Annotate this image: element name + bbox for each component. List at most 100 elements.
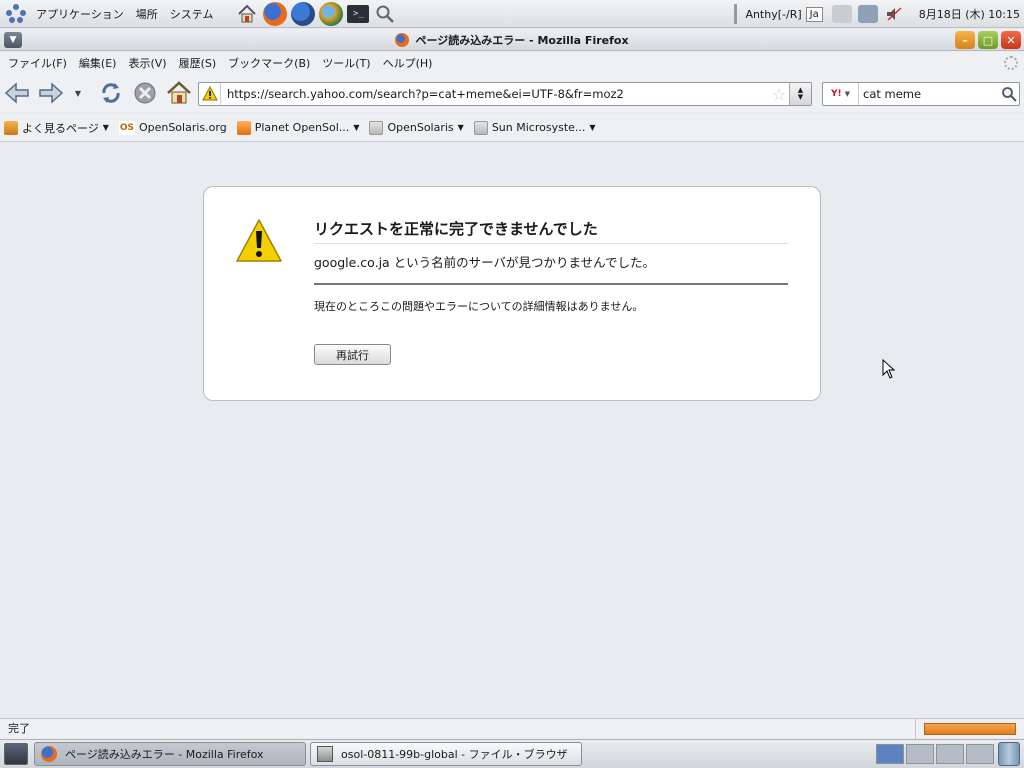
page-content: リクエストを正常に完了できませんでした google.co.ja という名前のサ… xyxy=(0,143,1024,717)
menu-help[interactable]: ヘルプ(H) xyxy=(377,55,439,71)
yahoo-engine-icon: Y! xyxy=(830,89,842,99)
workspace-switcher[interactable] xyxy=(876,744,994,764)
bookmark-label: OpenSolaris.org xyxy=(138,121,227,134)
menubar: ファイル(F) 編集(E) 表示(V) 履歴(S) ブックマーク(B) ツール(… xyxy=(0,52,1024,74)
menu-edit[interactable]: 編集(E) xyxy=(73,55,123,71)
navigation-toolbar: ▼ https://search.yahoo.com/search?p=cat+… xyxy=(0,74,1024,112)
show-desktop-button[interactable] xyxy=(4,743,28,765)
forward-arrow-icon xyxy=(39,82,64,104)
firefox-icon xyxy=(41,746,57,762)
firefox-icon xyxy=(395,32,410,47)
menu-file[interactable]: ファイル(F) xyxy=(2,55,73,71)
error-title: リクエストを正常に完了できませんでした xyxy=(314,218,788,244)
workspace-4[interactable] xyxy=(966,744,994,764)
search-launcher-icon[interactable] xyxy=(373,2,397,26)
url-bar[interactable]: https://search.yahoo.com/search?p=cat+me… xyxy=(198,82,812,106)
home-button[interactable] xyxy=(164,78,194,108)
system-menu[interactable]: システム xyxy=(164,6,220,22)
update-launcher-icon[interactable] xyxy=(319,1,344,26)
site-warning-icon[interactable] xyxy=(199,83,221,105)
panel-handle[interactable] xyxy=(734,4,738,24)
folder-icon xyxy=(369,120,384,135)
chevron-down-icon: ▼ xyxy=(589,123,596,132)
most-visited-icon xyxy=(4,120,18,135)
firefox-launcher-icon[interactable] xyxy=(263,1,288,26)
mouse-pointer-icon xyxy=(882,358,896,382)
error-divider xyxy=(314,283,788,285)
reload-icon xyxy=(102,83,120,103)
history-dropdown[interactable]: ▼ xyxy=(70,78,86,108)
chevron-down-icon: ▼ xyxy=(102,123,109,132)
bottom-taskbar: ページ読み込みエラー - Mozilla Firefox osol-0811-9… xyxy=(0,739,1024,768)
page-progress-bar xyxy=(924,722,1016,735)
task-firefox[interactable]: ページ読み込みエラー - Mozilla Firefox xyxy=(34,742,306,766)
top-panel: アプリケーション 場所 システム >_ Anthy[-/R] Ja 8月18日 … xyxy=(0,0,1024,28)
folder-icon xyxy=(473,120,488,135)
search-bar[interactable]: Y! ▼ cat meme xyxy=(822,82,1020,106)
opensolaris-icon: OS xyxy=(118,120,135,135)
task-label: osol-0811-99b-global - ファイル・ブラウザ xyxy=(341,748,568,761)
stop-button[interactable] xyxy=(130,78,160,108)
window-title: ページ読み込みエラー - Mozilla Firefox xyxy=(395,32,629,48)
bookmark-label: よく見るページ xyxy=(22,121,99,135)
menu-tools[interactable]: ツール(T) xyxy=(316,55,376,71)
chevron-down-icon: ▼ xyxy=(844,90,850,98)
url-dropdown-button[interactable]: ▲ ▼ xyxy=(789,83,811,105)
maximize-button[interactable]: □ xyxy=(978,31,998,49)
file-browser-icon xyxy=(317,746,333,762)
workspace-3[interactable] xyxy=(936,744,964,764)
chevron-down-icon: ▼ xyxy=(457,123,464,132)
bookmark-planet-opensolaris[interactable]: Planet OpenSol... ▼ xyxy=(236,120,360,135)
bookmark-opensolaris-folder[interactable]: OpenSolaris ▼ xyxy=(369,120,464,135)
input-method-indicator[interactable]: Anthy[-/R] xyxy=(741,8,805,21)
volume-muted-icon[interactable] xyxy=(884,5,904,23)
gnome-foot-icon[interactable] xyxy=(6,3,26,24)
bookmark-star-icon[interactable]: ☆ xyxy=(769,85,789,104)
bookmark-label: Planet OpenSol... xyxy=(254,121,350,134)
url-text[interactable]: https://search.yahoo.com/search?p=cat+me… xyxy=(221,87,769,101)
printer-icon[interactable] xyxy=(831,5,852,23)
forward-button[interactable] xyxy=(36,78,66,108)
search-input[interactable]: cat meme xyxy=(859,87,999,101)
search-icon[interactable] xyxy=(999,86,1019,102)
rss-feed-icon xyxy=(236,120,251,135)
reload-button[interactable] xyxy=(96,78,126,108)
bookmark-sun-microsystems-folder[interactable]: Sun Microsyste... ▼ xyxy=(473,120,596,135)
bookmark-label: Sun Microsyste... xyxy=(491,121,586,134)
bookmark-label: OpenSolaris xyxy=(387,121,454,134)
bookmark-most-visited[interactable]: よく見るページ ▼ xyxy=(4,120,109,136)
task-file-browser[interactable]: osol-0811-99b-global - ファイル・ブラウザ xyxy=(310,742,582,766)
input-language-indicator[interactable]: Ja xyxy=(805,6,823,22)
thunderbird-launcher-icon[interactable] xyxy=(291,1,316,26)
window-title-text: ページ読み込みエラー - Mozilla Firefox xyxy=(415,33,629,47)
chevron-down-icon: ▼ xyxy=(353,123,360,132)
close-button[interactable]: ✕ xyxy=(1001,31,1021,49)
task-label: ページ読み込みエラー - Mozilla Firefox xyxy=(65,748,264,761)
terminal-launcher-icon[interactable]: >_ xyxy=(347,4,370,23)
menu-bookmarks[interactable]: ブックマーク(B) xyxy=(222,55,316,71)
retry-button[interactable]: 再試行 xyxy=(314,344,391,365)
back-button[interactable] xyxy=(2,78,32,108)
applications-menu[interactable]: アプリケーション xyxy=(30,6,130,22)
workspace-1[interactable] xyxy=(876,744,904,764)
window-titlebar[interactable]: ▼ ページ読み込みエラー - Mozilla Firefox – □ ✕ xyxy=(0,29,1024,51)
home-launcher-icon[interactable] xyxy=(235,2,259,26)
minimize-button[interactable]: – xyxy=(955,31,975,49)
menu-view[interactable]: 表示(V) xyxy=(122,55,172,71)
back-arrow-icon xyxy=(4,82,29,104)
menu-history[interactable]: 履歴(S) xyxy=(173,55,223,71)
network-icon[interactable] xyxy=(857,5,878,23)
bookmarks-toolbar: よく見るページ ▼ OS OpenSolaris.org Planet Open… xyxy=(0,114,1024,142)
error-detail: 現在のところこの問題やエラーについての詳細情報はありません。 xyxy=(314,300,644,313)
clock[interactable]: 8月18日 (木) 10:15 xyxy=(907,6,1024,22)
status-bar: 完了 xyxy=(0,718,1024,739)
throbber-icon xyxy=(1004,56,1018,70)
bookmark-opensolaris-org[interactable]: OS OpenSolaris.org xyxy=(118,120,227,135)
window-menu-button[interactable]: ▼ xyxy=(4,32,22,48)
workspace-2[interactable] xyxy=(906,744,934,764)
search-engine-selector[interactable]: Y! ▼ xyxy=(823,83,859,105)
places-menu[interactable]: 場所 xyxy=(130,6,164,22)
trash-icon[interactable] xyxy=(998,742,1020,766)
error-panel: リクエストを正常に完了できませんでした google.co.ja という名前のサ… xyxy=(203,186,821,401)
stop-icon xyxy=(134,82,156,104)
